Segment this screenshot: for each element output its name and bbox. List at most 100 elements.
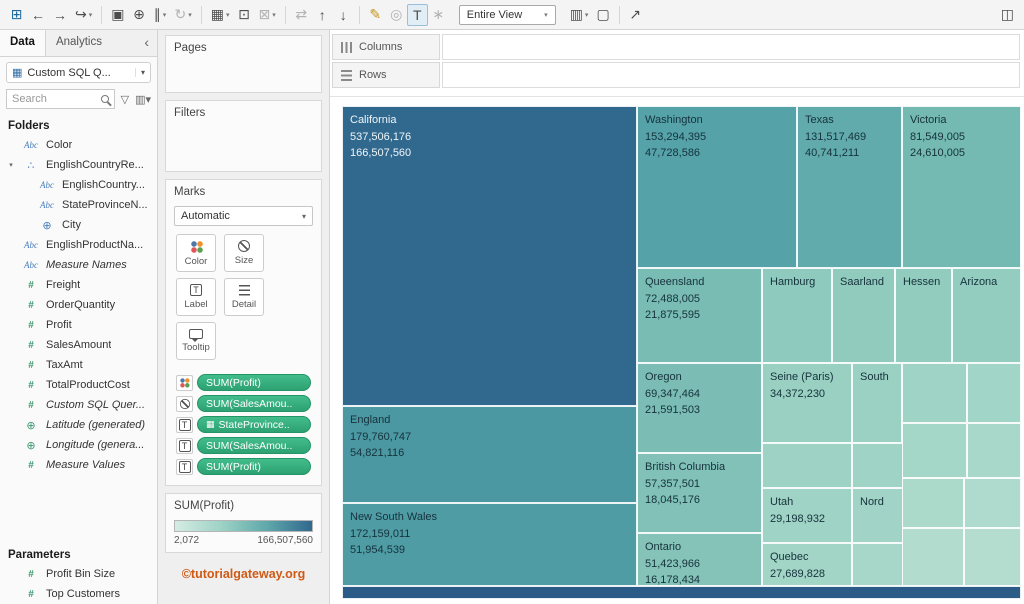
new-worksheet-icon[interactable]: ▦▾ (207, 4, 234, 26)
save-icon[interactable]: ▣ (107, 4, 128, 26)
tab-analytics[interactable]: Analytics (46, 30, 112, 56)
marks-label-button[interactable]: TLabel (176, 278, 216, 316)
parameter-item[interactable]: #Top Customers (0, 584, 157, 604)
field-item[interactable]: AbcColor (0, 135, 157, 155)
treemap-cell-oregon[interactable]: Oregon69,347,46421,591,503 (637, 363, 762, 453)
share-workbook-icon[interactable]: ↗ (625, 4, 646, 26)
marks-detail-button[interactable]: Detail (224, 278, 264, 316)
field-item[interactable]: AbcEnglishProductNa... (0, 235, 157, 255)
treemap-cell-hamburg[interactable]: Hamburg (762, 268, 832, 363)
datasource-row[interactable]: ▦ Custom SQL Q... ▾ (6, 62, 151, 83)
filter-fields-icon[interactable]: ▽ (121, 93, 129, 106)
fix-axes-icon[interactable]: ∗ (428, 4, 449, 26)
back-arrow-icon[interactable]: ← (27, 4, 49, 26)
tab-data[interactable]: Data (0, 30, 46, 56)
show-me-icon[interactable]: ◫ (997, 4, 1018, 26)
treemap-cell-british-columbia[interactable]: British Columbia57,357,50118,045,176 (637, 453, 762, 533)
duplicate-sheet-icon[interactable]: ⊡ (233, 4, 254, 26)
field-item[interactable]: AbcEnglishCountry... (0, 175, 157, 195)
filters-shelf[interactable]: Filters (165, 100, 322, 172)
field-item[interactable]: #TotalProductCost (0, 375, 157, 395)
treemap-cell-south[interactable]: South (852, 363, 902, 443)
treemap-cell[interactable] (967, 363, 1021, 423)
treemap-cell[interactable] (762, 443, 852, 488)
redo-icon[interactable]: ↪▾ (71, 4, 96, 26)
field-item[interactable]: AbcMeasure Names (0, 255, 157, 275)
field-item[interactable]: #OrderQuantity (0, 295, 157, 315)
field-label: SalesAmount (46, 339, 111, 351)
highlight-icon[interactable]: ✎ (365, 4, 386, 26)
marks-pill[interactable]: SUM(Profit) (197, 374, 311, 391)
field-item[interactable]: ▾∴EnglishCountryRe... (0, 155, 157, 175)
treemap-cell[interactable] (964, 528, 1021, 586)
sort-ascending-icon[interactable]: ↑ (312, 4, 333, 26)
mark-type-dropdown[interactable]: Automatic ▾ (174, 206, 313, 226)
treemap-cell-queensland[interactable]: Queensland72,488,00521,875,595 (637, 268, 762, 363)
treemap-cell-seine-paris[interactable]: Seine (Paris)34,372,230 (762, 363, 852, 443)
field-item[interactable]: #Measure Values (0, 455, 157, 475)
treemap-cell-utah[interactable]: Utah29,198,932 (762, 488, 852, 543)
search-input[interactable] (12, 93, 98, 105)
field-item[interactable]: ⊕City (0, 215, 157, 235)
view-options-icon[interactable]: ▥▾ (135, 93, 151, 106)
datasource-menu-caret-icon[interactable]: ▾ (135, 68, 145, 77)
treemap-cell[interactable] (902, 528, 964, 586)
clear-sheet-icon[interactable]: ⊠▾ (254, 4, 279, 26)
treemap-cell-england[interactable]: England179,760,74754,821,116 (342, 406, 637, 503)
treemap-cell-victoria[interactable]: Victoria81,549,00524,610,005 (902, 106, 1021, 268)
show-mark-labels-icon[interactable]: T (407, 4, 428, 26)
treemap-cell-ontario[interactable]: Ontario51,423,96616,178,434 (637, 533, 762, 586)
treemap-cell[interactable] (902, 478, 964, 528)
rows-shelf[interactable] (442, 62, 1020, 88)
marks-size-button[interactable]: Size (224, 234, 264, 272)
presentation-mode-icon[interactable]: ▢ (592, 4, 613, 26)
marks-pill[interactable]: SUM(SalesAmou.. (197, 437, 311, 454)
field-item[interactable]: ⊕Latitude (generated) (0, 415, 157, 435)
treemap-cell-washington[interactable]: Washington153,294,39547,728,586 (637, 106, 797, 268)
field-item[interactable]: #TaxAmt (0, 355, 157, 375)
field-item[interactable]: ⊕Longitude (genera... (0, 435, 157, 455)
collapse-pane-icon[interactable]: ‹ (136, 30, 157, 56)
field-item[interactable]: #Freight (0, 275, 157, 295)
treemap-cell-texas[interactable]: Texas131,517,46940,741,211 (797, 106, 902, 268)
add-data-source-icon[interactable]: ⊕ (128, 4, 149, 26)
field-item[interactable]: #SalesAmount (0, 335, 157, 355)
treemap-cell-new-south-wales[interactable]: New South Wales172,159,01151,954,539 (342, 503, 637, 586)
show-hide-cards-icon[interactable]: ▥▾ (566, 4, 593, 26)
field-item[interactable]: AbcStateProvinceN... (0, 195, 157, 215)
treemap-cell-quebec[interactable]: Quebec27,689,828 (762, 543, 852, 586)
field-item[interactable]: #Custom SQL Quer... (0, 395, 157, 415)
treemap-cell[interactable] (342, 586, 1021, 599)
group-members-icon[interactable]: ◎ (386, 4, 407, 26)
sort-descending-icon[interactable]: ↓ (333, 4, 354, 26)
pause-auto-updates-icon[interactable]: ∥▾ (149, 4, 170, 26)
treemap-cell-hessen[interactable]: Hessen (895, 268, 952, 363)
columns-shelf[interactable] (442, 34, 1020, 60)
marks-tooltip-button[interactable]: Tooltip (176, 322, 216, 360)
tableau-logo-icon[interactable]: ⊞ (6, 4, 27, 26)
marks-pill[interactable]: SUM(SalesAmou.. (197, 395, 311, 412)
marks-pill[interactable]: SUM(Profit) (197, 458, 311, 475)
treemap-cell-california[interactable]: California537,506,176166,507,560 (342, 106, 637, 406)
treemap-cell-arizona[interactable]: Arizona (952, 268, 1021, 363)
abc-field-icon: Abc (35, 180, 59, 190)
fit-dropdown[interactable]: Entire View▾ (459, 5, 556, 25)
treemap-cell[interactable] (902, 423, 967, 478)
marks-pill[interactable]: ▦StateProvince.. (197, 416, 311, 433)
treemap-cell[interactable] (964, 478, 1021, 528)
treemap-cell-label: California (350, 112, 629, 129)
search-box[interactable] (6, 89, 115, 109)
color-legend-card[interactable]: SUM(Profit) 2,072 166,507,560 (165, 493, 322, 553)
treemap-cell-value: 54,821,116 (350, 445, 629, 462)
pages-shelf[interactable]: Pages (165, 35, 322, 93)
field-item[interactable]: #Profit (0, 315, 157, 335)
treemap-cell[interactable] (967, 423, 1021, 478)
parameter-item[interactable]: #Profit Bin Size (0, 564, 157, 584)
treemap-cell-saarland[interactable]: Saarland (832, 268, 895, 363)
run-auto-updates-icon[interactable]: ↻▾ (170, 4, 195, 26)
swap-axes-icon[interactable]: ⇄ (291, 4, 312, 26)
expander-icon[interactable]: ▾ (6, 161, 16, 169)
marks-color-button[interactable]: Color (176, 234, 216, 272)
forward-arrow-icon[interactable]: → (49, 4, 71, 26)
treemap-cell[interactable] (902, 363, 967, 423)
